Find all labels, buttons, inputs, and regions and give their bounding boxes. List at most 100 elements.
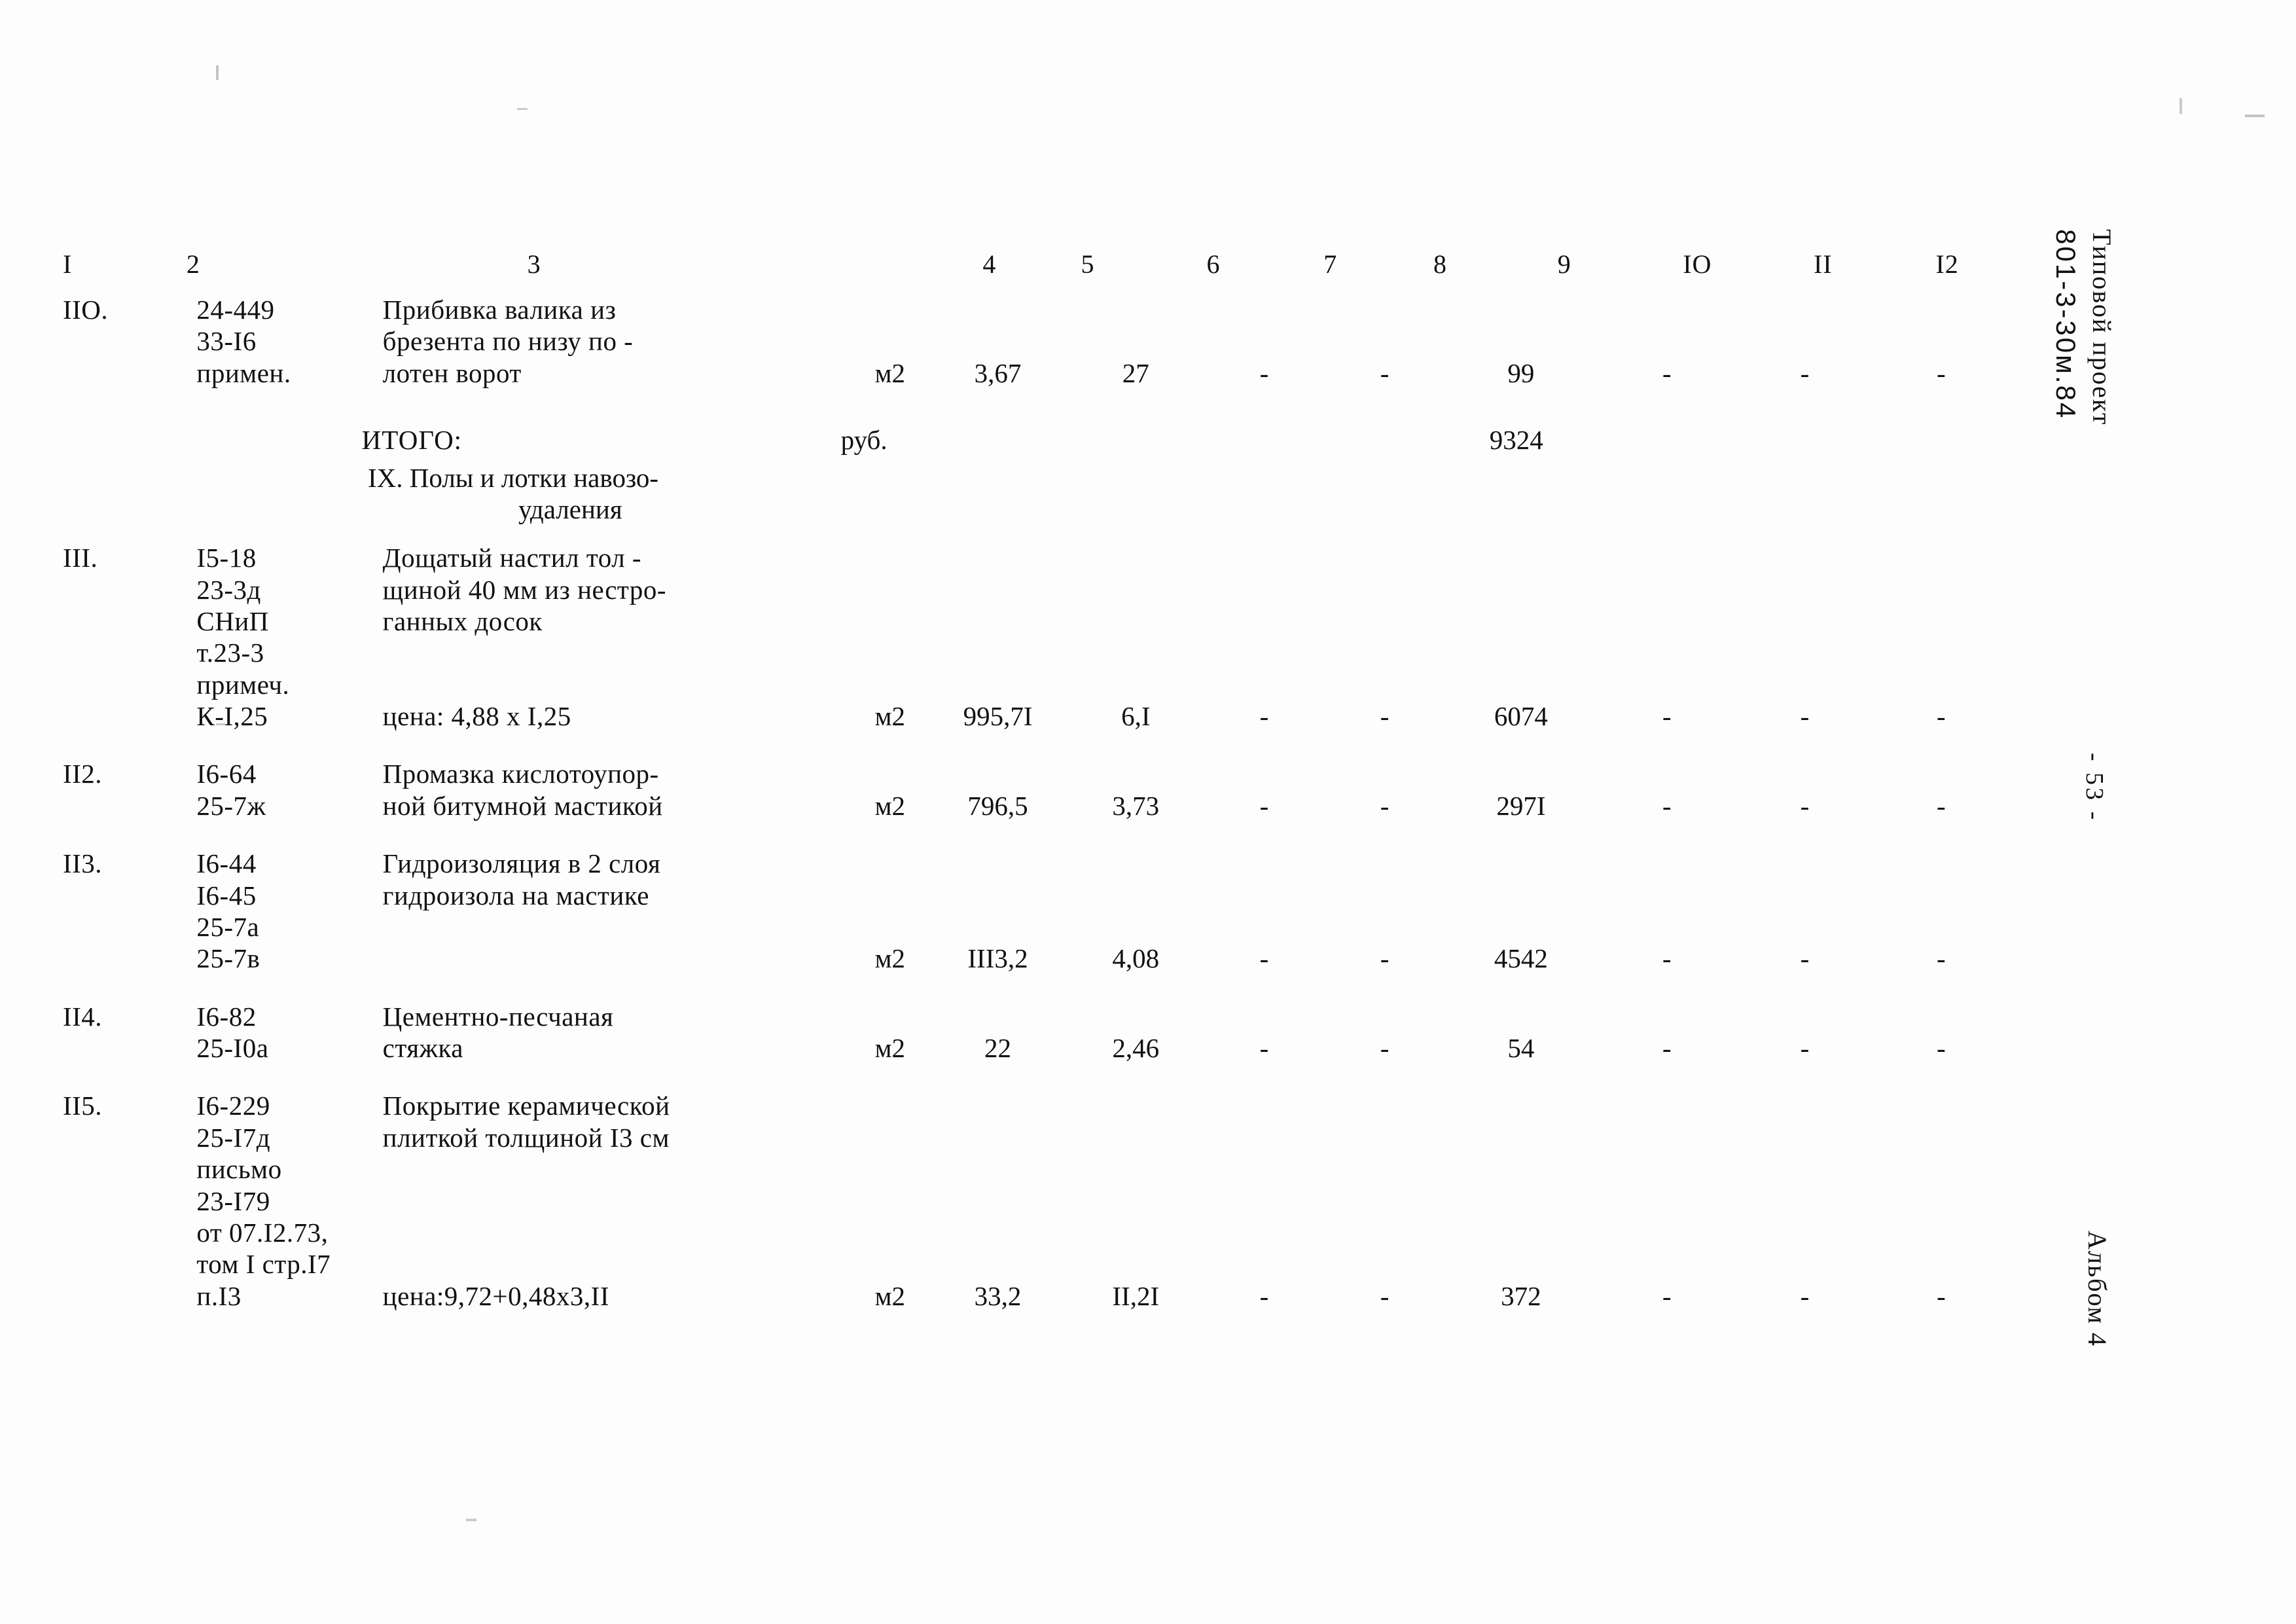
row-value-c7: -: [1204, 542, 1324, 732]
value-spacer: [1736, 294, 1873, 325]
value-text: -: [1937, 1280, 1946, 1311]
column-header-IO: IO: [1683, 249, 1712, 279]
value-spacer: [1445, 325, 1598, 357]
value-spacer: [1325, 1248, 1445, 1280]
value-text: м2: [874, 1280, 906, 1311]
row-spacer: [59, 828, 2009, 848]
row-value-c6: II,2I: [1067, 1090, 1204, 1312]
value-spacer: [1736, 325, 1873, 357]
value-spacer: [1445, 848, 1598, 879]
value-spacer: [1067, 1248, 1204, 1280]
value-spacer: [1597, 325, 1736, 357]
table-header-row: I 2 3 4 5 6 7 8 9 IO II I2: [59, 249, 2009, 280]
row-value-c9: 6074: [1445, 542, 1598, 732]
table-row: II3. I6-44 I6-45 25-7а 25-7в Гидроизоляция в …: [59, 848, 2009, 975]
value-spacer: [852, 605, 928, 637]
row-value-c12: -: [1873, 848, 2009, 975]
row-description-line: плиткой толщиной I3 см: [382, 1122, 670, 1153]
value-text: -: [1380, 943, 1390, 974]
value-spacer: [1325, 637, 1445, 668]
row-value-c8: -: [1325, 542, 1445, 732]
row-description-line: [383, 1185, 852, 1217]
value-spacer: [1204, 1090, 1324, 1121]
value-spacer: [1067, 911, 1204, 943]
value-spacer: [1204, 880, 1324, 911]
row-value-c9: 297I: [1445, 758, 1598, 821]
value-spacer: [1445, 294, 1598, 325]
row-value-c5: 33,2: [928, 1090, 1067, 1312]
value-text: -: [1380, 357, 1390, 388]
value-spacer: [852, 1153, 928, 1185]
value-text: 372: [1501, 1280, 1541, 1311]
value-text: -: [1662, 1033, 1672, 1063]
row-value-c8: -: [1325, 758, 1445, 821]
total-c6: [1058, 424, 1196, 456]
value-text: -: [1380, 1033, 1390, 1063]
value-text: 6074: [1494, 701, 1548, 731]
value-spacer: [1873, 1217, 2009, 1248]
value-spacer: [1204, 542, 1324, 573]
row-value-c10: -: [1597, 848, 1736, 975]
value-spacer: [1873, 1001, 2009, 1032]
row-description-line: [383, 943, 852, 974]
value-text: -: [1662, 357, 1672, 388]
value-spacer: [1204, 637, 1324, 668]
value-spacer: [1736, 1248, 1873, 1280]
row-code-line: письмо: [196, 1154, 282, 1185]
value-spacer: [1873, 605, 2009, 637]
row-number: II4.: [63, 1001, 103, 1032]
row-value-c12: -: [1873, 758, 2009, 821]
value-text: -: [1937, 790, 1946, 821]
value-spacer: [1204, 1185, 1324, 1217]
row-value-c7: -: [1204, 758, 1324, 821]
scan-speck: [517, 108, 528, 110]
row-code-cell: I6-229 25-I7д письмо 23-I79 от 07.I2.73, том …: [177, 1090, 355, 1312]
value-spacer: [1325, 542, 1445, 573]
value-spacer: [1067, 1122, 1204, 1153]
value-spacer: [928, 574, 1067, 605]
value-spacer: [1204, 574, 1324, 605]
row-code-cell: I6-82 25-I0а: [177, 1001, 355, 1064]
value-spacer: [852, 1185, 928, 1217]
value-spacer: [1445, 1153, 1598, 1185]
value-spacer: [1736, 1153, 1873, 1185]
row-value-c11: -: [1736, 294, 1873, 389]
column-header-5: 5: [1081, 249, 1095, 279]
value-spacer: [1873, 880, 2009, 911]
column-header-I: I: [63, 249, 73, 279]
value-spacer: [852, 574, 928, 605]
margin-page-number: - 53 -: [2081, 753, 2108, 823]
value-text: -: [1259, 943, 1269, 974]
row-code-line: 25-7а: [196, 911, 260, 942]
value-spacer: [1445, 1217, 1598, 1248]
value-text: -: [1259, 1280, 1269, 1311]
value-spacer: [852, 1217, 928, 1248]
value-spacer: [1067, 1185, 1204, 1217]
row-code-line: I5-18: [196, 543, 257, 573]
value-spacer: [1067, 542, 1204, 573]
row-value-c4: м2: [852, 294, 928, 389]
value-text: -: [1662, 943, 1672, 974]
value-spacer: [852, 542, 928, 573]
value-text: м2: [874, 943, 906, 974]
table-row: II5. I6-229 25-I7д письмо 23-I79 от 07.I2.73,…: [59, 1090, 2009, 1312]
value-spacer: [1445, 605, 1598, 637]
value-spacer: [1067, 574, 1204, 605]
value-text: -: [1800, 943, 1810, 974]
value-spacer: [1873, 669, 2009, 700]
value-spacer: [1597, 574, 1736, 605]
value-spacer: [1445, 1001, 1598, 1032]
row-value-c9: 99: [1445, 294, 1598, 389]
row-value-c5: 995,7I: [928, 542, 1067, 732]
row-description-line: Гидроизоляция в 2 слоя: [382, 848, 661, 879]
row-value-c6: 27: [1067, 294, 1204, 389]
value-spacer: [852, 1090, 928, 1121]
row-description-line: [383, 669, 852, 700]
row-value-c7: -: [1204, 1001, 1324, 1064]
row-code-line: 24-449: [196, 295, 275, 325]
value-spacer: [1445, 1248, 1598, 1280]
value-spacer: [1736, 1001, 1873, 1032]
row-code-line: том I стр.I7: [196, 1249, 331, 1280]
row-code-line: I6-82: [196, 1001, 257, 1032]
row-value-c4: м2: [852, 758, 928, 821]
